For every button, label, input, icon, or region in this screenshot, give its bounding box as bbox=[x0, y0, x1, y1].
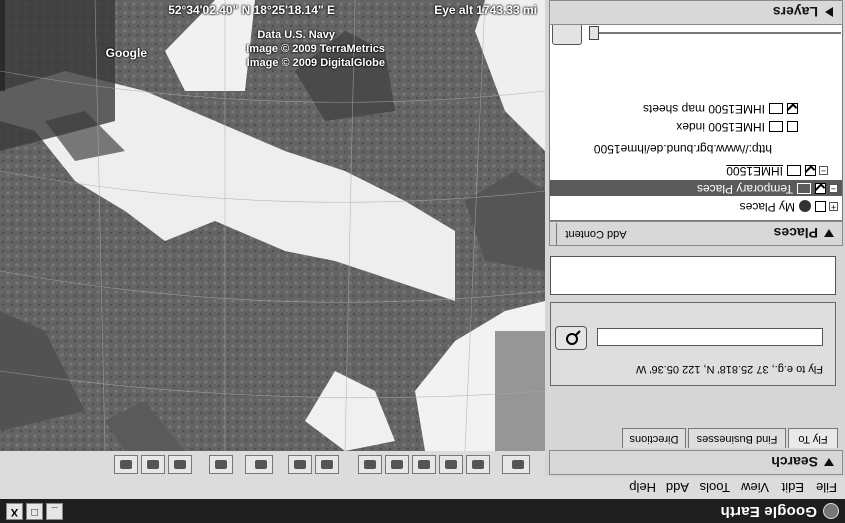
close-button[interactable]: X bbox=[6, 503, 23, 520]
imagery-credit-3: Image © 2009 DigitalGlobe bbox=[246, 57, 385, 69]
add-polygon-button[interactable] bbox=[439, 455, 463, 474]
record-tour-button[interactable] bbox=[358, 455, 382, 474]
opacity-slider[interactable] bbox=[586, 23, 841, 43]
planet-icon bbox=[255, 460, 267, 469]
view-in-player-button[interactable] bbox=[552, 23, 582, 45]
tab-find-businesses[interactable]: Find Businesses bbox=[688, 428, 786, 448]
tree-item-my-places[interactable]: + My Places bbox=[740, 198, 838, 214]
search-results bbox=[550, 256, 836, 295]
menu-view[interactable]: View bbox=[741, 480, 769, 495]
tree-item-label: Temporary Places bbox=[696, 182, 793, 196]
envelope-icon bbox=[174, 460, 186, 469]
menu-tools[interactable]: Tools bbox=[700, 480, 730, 495]
layers-header-label: Layers bbox=[772, 4, 818, 20]
places-header-label: Places bbox=[773, 225, 818, 241]
map-view[interactable]: Google Image © 2009 DigitalGlobe Image ©… bbox=[0, 0, 545, 477]
layers-stack-icon bbox=[769, 102, 783, 114]
google-logo: Google bbox=[105, 46, 147, 60]
imagery-credit-2: Image © 2009 TerraMetrics bbox=[246, 43, 385, 55]
sidebar-icon bbox=[512, 460, 524, 469]
historical-imagery-button[interactable] bbox=[315, 455, 339, 474]
menu-edit[interactable]: Edit bbox=[782, 480, 804, 495]
google-earth-window: Google Earth _ □ X File Edit View Tools … bbox=[0, 0, 845, 523]
earth-imagery[interactable]: Google Image © 2009 DigitalGlobe Image ©… bbox=[0, 0, 545, 452]
print-button[interactable] bbox=[141, 455, 165, 474]
google-earth-app-icon bbox=[823, 503, 839, 519]
expand-icon[interactable]: − bbox=[819, 165, 828, 176]
tree-item-ihme1500[interactable]: − IHME1500 bbox=[726, 162, 828, 178]
record-tour-icon bbox=[364, 460, 376, 469]
add-content-button[interactable]: Add Content bbox=[556, 223, 635, 245]
tree-item-label: IHME1500 map sheets bbox=[642, 102, 765, 116]
menu-help[interactable]: Help bbox=[629, 480, 656, 495]
tree-item-label: IHME1500 index bbox=[676, 120, 765, 134]
cursor-coordinates: 52°34'02.40" N 18°25'18.14" E bbox=[168, 3, 335, 17]
expand-icon[interactable]: + bbox=[829, 201, 838, 212]
menu-file[interactable]: File bbox=[816, 480, 837, 495]
tree-item-label: My Places bbox=[739, 200, 795, 214]
eye-altitude: Eye alt 1743.33 mi bbox=[434, 3, 537, 17]
tree-item-ihme1500-map-sheets[interactable]: IHME1500 map sheets bbox=[643, 100, 798, 116]
add-path-button[interactable] bbox=[412, 455, 436, 474]
layers-panel-header[interactable]: Layers bbox=[549, 0, 843, 25]
search-button[interactable] bbox=[555, 326, 587, 350]
ruler-button[interactable] bbox=[209, 455, 233, 474]
places-panel-header[interactable]: Places Add Content bbox=[549, 221, 843, 246]
polygon-icon bbox=[445, 460, 457, 469]
search-header-label: Search bbox=[771, 454, 818, 470]
magnifier-icon bbox=[566, 330, 581, 345]
globe-icon bbox=[799, 200, 811, 213]
tab-directions[interactable]: Directions bbox=[622, 428, 686, 448]
layers-stack-icon bbox=[769, 120, 783, 132]
maps-icon bbox=[120, 460, 132, 469]
switch-planet-button[interactable] bbox=[245, 455, 273, 474]
menu-add[interactable]: Add bbox=[666, 480, 689, 495]
clock-icon bbox=[321, 460, 333, 469]
tree-item-label: IHME1500 bbox=[726, 164, 783, 178]
checkbox[interactable] bbox=[787, 102, 798, 114]
minimize-button[interactable]: _ bbox=[46, 503, 63, 520]
side-panel: Search Fly To Find Businesses Directions… bbox=[545, 0, 845, 477]
image-overlay-icon bbox=[391, 460, 403, 469]
search-panel-header[interactable]: Search bbox=[549, 450, 843, 475]
slider-thumb[interactable] bbox=[589, 26, 599, 40]
source-link[interactable]: http://www.bgr.bund.de/ihme1500 bbox=[594, 142, 772, 156]
menu-bar: File Edit View Tools Add Help bbox=[0, 476, 845, 499]
expand-icon[interactable]: − bbox=[829, 183, 838, 194]
fly-to-input[interactable] bbox=[597, 328, 823, 346]
tree-item-ihme1500-index[interactable]: IHME1500 index bbox=[676, 118, 798, 134]
imagery-credit-1: Data U.S. Navy bbox=[257, 29, 335, 41]
path-icon bbox=[418, 460, 430, 469]
view-in-maps-button[interactable] bbox=[114, 455, 138, 474]
sunlight-button[interactable] bbox=[288, 455, 312, 474]
sun-icon bbox=[294, 460, 306, 469]
collapse-triangle-icon bbox=[824, 458, 834, 466]
title-bar: Google Earth _ □ X bbox=[0, 499, 845, 523]
tab-fly-to[interactable]: Fly To bbox=[788, 428, 838, 448]
tree-item-temporary-places[interactable]: − Temporary Places bbox=[550, 180, 842, 196]
placemark-icon bbox=[472, 460, 484, 469]
window-title: Google Earth bbox=[720, 503, 817, 520]
expand-triangle-icon bbox=[825, 7, 833, 17]
fly-to-hint: Fly to e.g., 37 25.818' N, 122 05.36' W bbox=[635, 363, 823, 375]
email-button[interactable] bbox=[168, 455, 192, 474]
checkbox[interactable] bbox=[805, 164, 816, 176]
maximize-button[interactable]: □ bbox=[26, 503, 43, 520]
add-image-overlay-button[interactable] bbox=[385, 455, 409, 474]
fly-to-panel: Fly to e.g., 37 25.818' N, 122 05.36' W bbox=[550, 302, 836, 386]
checkbox[interactable] bbox=[815, 200, 826, 212]
checkbox[interactable] bbox=[787, 120, 798, 132]
checkbox[interactable] bbox=[815, 182, 826, 194]
folder-icon bbox=[797, 182, 811, 194]
map-toolbar bbox=[0, 450, 545, 477]
toggle-sidebar-button[interactable] bbox=[502, 455, 530, 474]
collapse-triangle-icon bbox=[824, 229, 834, 237]
ruler-icon bbox=[215, 460, 227, 469]
folder-icon bbox=[787, 164, 801, 176]
add-placemark-button[interactable] bbox=[466, 455, 490, 474]
places-tree: + My Places − Temporary Places − IHME1500 h… bbox=[549, 19, 843, 221]
printer-icon bbox=[147, 460, 159, 469]
